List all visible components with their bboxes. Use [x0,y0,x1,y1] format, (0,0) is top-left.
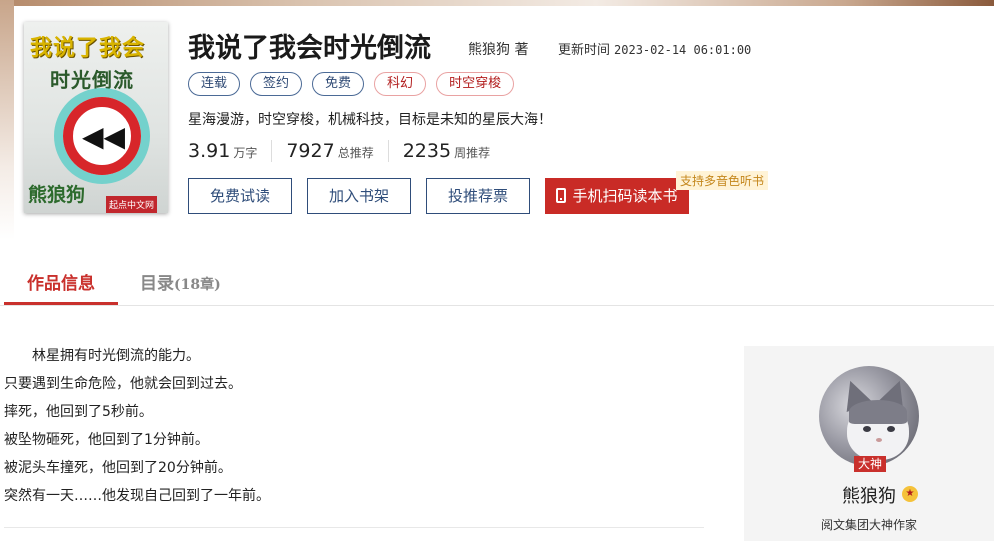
tag-signed[interactable]: 签约 [250,72,303,96]
author-subtitle: 阅文集团大神作家 [820,518,917,532]
description-line: 被坠物砸死，他回到了1分钟前。 [4,432,209,448]
cover-title-line1: 我说了我会 [30,36,146,61]
chapter-count: (18章) [174,277,221,293]
publisher-logo: 起点中文网 [106,196,158,213]
tag-free[interactable]: 免费 [312,72,365,96]
cat-nose [876,438,882,442]
cat-patch [849,400,907,424]
rewind-icon: ◀◀ [82,120,126,153]
mobile-scan-label: 手机扫码读本书 [572,187,678,205]
book-cover[interactable]: 我说了我会 时光倒流 ◀◀ 熊狼狗 起点中文网 [24,22,168,213]
update-info: 更新时间 2023-02-14 06:01:00 [558,39,751,58]
author-panel: 大神 熊狼狗 ★ 阅文集团大神作家 [744,346,994,541]
stat-word-count: 3.91 万字 [188,140,273,162]
description-line: 摔死，他回到了5秒前。 [4,404,153,420]
free-read-button[interactable]: 免费试读 [188,178,292,214]
tag-serializing[interactable]: 连载 [188,72,241,96]
book-title: 我说了我会时光倒流 [188,33,431,64]
mobile-scan-button[interactable]: 手机扫码读本书 [545,178,689,214]
update-time: 2023-02-14 06:01:00 [614,43,752,57]
description-divider [4,527,704,528]
book-stats: 3.91 万字 7927 总推荐 2235 周推荐 [188,140,518,162]
phone-icon [556,188,567,203]
vote-recommend-button[interactable]: 投推荐票 [426,178,530,214]
cat-eye-right [887,426,895,432]
stat-value: 3.91 [188,140,231,162]
top-banner-strip [0,0,994,6]
author-avatar[interactable] [819,366,919,466]
add-to-shelf-button[interactable]: 加入书架 [307,178,411,214]
banner-background-fade [0,0,14,240]
audio-support-badge: 支持多音色听书 [676,171,769,190]
description-line: 林星拥有时光倒流的能力。 [32,348,200,364]
author-name[interactable]: 熊狼狗 [744,482,994,508]
cat-eye-left [863,426,871,432]
stat-unit: 万字 [233,146,258,160]
stat-value: 7927 [286,140,335,162]
stat-value: 2235 [402,140,452,162]
book-description: 林星拥有时光倒流的能力。 只要遇到生命危险，他就会回到过去。 摔死，他回到了5秒… [4,342,704,510]
author-text[interactable]: 熊狼狗 著 [468,42,528,58]
stat-weekly-recommend: 2235 周推荐 [403,140,504,162]
stat-unit: 总推荐 [337,146,374,160]
tag-list: 连载 签约 免费 科幻 时空穿梭 [188,72,515,96]
tag-time-travel[interactable]: 时空穿梭 [436,72,515,96]
tab-catalog[interactable]: 目录(18章) [140,265,221,305]
catalog-label: 目录 [140,274,174,294]
description-line: 突然有一天……他发现自己回到了一年前。 [4,488,270,504]
stat-unit: 周推荐 [454,146,491,160]
tag-scifi[interactable]: 科幻 [374,72,427,96]
book-author[interactable]: 熊狼狗 著 [468,39,528,59]
book-intro: 星海漫游，时空穿梭，机械科技，目标是未知的星辰大海！ [188,112,552,128]
tab-book-info[interactable]: 作品信息 [4,265,118,305]
update-label: 更新时间 [558,43,611,58]
master-author-badge: 大神 [854,456,887,472]
description-line: 只要遇到生命危险，他就会回到过去。 [4,376,242,392]
author-level-icon: ★ [902,486,918,502]
cover-author: 熊狼狗 [28,184,86,206]
description-line: 被泥头车撞死，他回到了20分钟前。 [4,460,232,476]
content-tabs: 作品信息 目录(18章) [0,265,994,306]
stat-total-recommend: 7927 总推荐 [286,140,389,162]
